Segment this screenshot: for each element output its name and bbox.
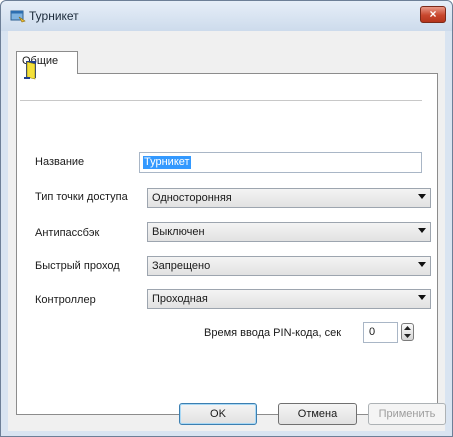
access-point-type-select[interactable]: Односторонняя	[147, 188, 431, 208]
name-label: Название	[35, 156, 85, 168]
controller-select[interactable]: Проходная	[147, 289, 431, 309]
pin-timeout-label: Время ввода PIN-кода, сек	[204, 327, 342, 339]
fast-pass-value: Запрещено	[152, 260, 211, 272]
cancel-button[interactable]: Отмена	[278, 403, 357, 425]
fast-pass-select[interactable]: Запрещено	[147, 256, 431, 276]
name-input[interactable]: Турникет	[139, 152, 422, 173]
chevron-down-icon	[418, 295, 426, 300]
dialog-window: Турникет × Общие Название Турникет Тип т…	[0, 0, 453, 437]
window-title: Турникет	[29, 9, 79, 23]
close-button[interactable]: ×	[420, 6, 446, 23]
pin-timeout-spinner[interactable]	[401, 323, 414, 341]
controller-value: Проходная	[152, 293, 208, 305]
pin-timeout-value: 0	[369, 326, 376, 338]
chevron-down-icon	[418, 194, 426, 199]
close-icon: ×	[429, 7, 437, 21]
antipassback-select[interactable]: Выключен	[147, 222, 431, 242]
access-point-type-label: Тип точки доступа	[35, 191, 128, 203]
apply-button[interactable]: Применить	[368, 403, 446, 425]
access-point-type-value: Односторонняя	[152, 192, 232, 204]
chevron-down-icon	[418, 262, 426, 267]
tab-panel-general	[16, 73, 438, 415]
door-icon	[24, 61, 36, 80]
window-icon	[10, 10, 26, 23]
spinner-arrows-icon	[404, 326, 411, 338]
pin-timeout-input[interactable]: 0	[363, 322, 398, 343]
chevron-down-icon	[418, 228, 426, 233]
separator	[20, 100, 422, 101]
antipassback-value: Выключен	[152, 226, 205, 238]
controller-label: Контроллер	[35, 294, 96, 306]
name-input-value: Турникет	[143, 156, 191, 169]
antipassback-label: Антипассбэк	[35, 227, 100, 239]
title-bar[interactable]: Турникет ×	[1, 1, 452, 31]
ok-button[interactable]: OK	[179, 403, 257, 425]
fast-pass-label: Быстрый проход	[35, 260, 120, 272]
